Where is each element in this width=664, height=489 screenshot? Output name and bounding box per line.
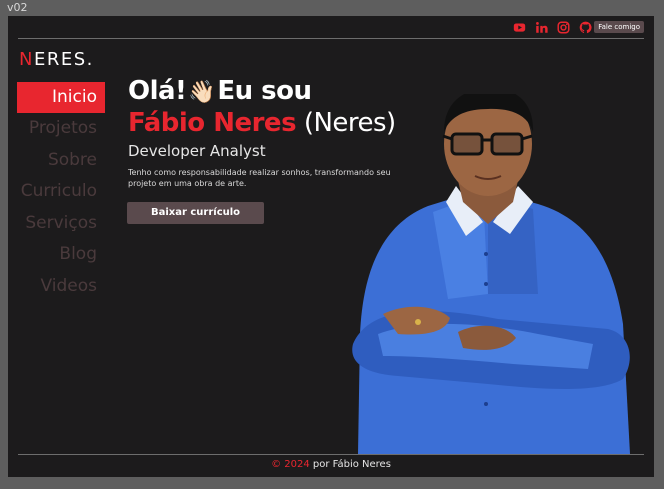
nav-item-blog[interactable]: Blog xyxy=(17,239,105,271)
main-nav: Inicio Projetos Sobre Curriculo Serviços… xyxy=(17,82,105,302)
nav-item-servicos[interactable]: Serviços xyxy=(17,208,105,240)
nav-item-videos[interactable]: Videos xyxy=(17,271,105,303)
profile-photo xyxy=(352,94,630,454)
instagram-icon[interactable] xyxy=(556,20,570,34)
footer-year: 2024 xyxy=(284,459,310,470)
waving-hand-icon: 👋🏻 xyxy=(188,80,216,105)
social-links xyxy=(512,20,592,34)
nav-item-inicio[interactable]: Inicio xyxy=(17,82,105,113)
youtube-icon[interactable] xyxy=(512,20,526,34)
hero-greeting: Olá! xyxy=(128,76,187,106)
website-frame: Fale comigo NERES. Inicio Projetos Sobre… xyxy=(8,16,654,477)
hero-intro: Eu sou xyxy=(217,76,312,106)
nav-item-curriculo[interactable]: Curriculo xyxy=(17,176,105,208)
bottom-divider xyxy=(18,454,644,455)
logo-accent: N xyxy=(19,49,34,70)
linkedin-icon[interactable] xyxy=(534,20,548,34)
top-bar: Fale comigo xyxy=(8,16,654,38)
nav-item-projetos[interactable]: Projetos xyxy=(17,113,105,145)
top-divider xyxy=(18,38,644,39)
copyright-symbol: © xyxy=(271,459,282,470)
version-label: v02 xyxy=(7,1,28,14)
footer: © 2024 por Fábio Neres xyxy=(8,459,654,470)
github-icon[interactable] xyxy=(578,20,592,34)
footer-text: por Fábio Neres xyxy=(312,459,391,470)
download-cv-button[interactable]: Baixar currículo xyxy=(127,202,264,224)
hero-name: Fábio Neres xyxy=(128,108,297,138)
nav-item-sobre[interactable]: Sobre xyxy=(17,145,105,177)
logo[interactable]: NERES. xyxy=(19,49,94,70)
logo-text: ERES. xyxy=(33,49,94,70)
contact-button[interactable]: Fale comigo xyxy=(594,21,644,33)
